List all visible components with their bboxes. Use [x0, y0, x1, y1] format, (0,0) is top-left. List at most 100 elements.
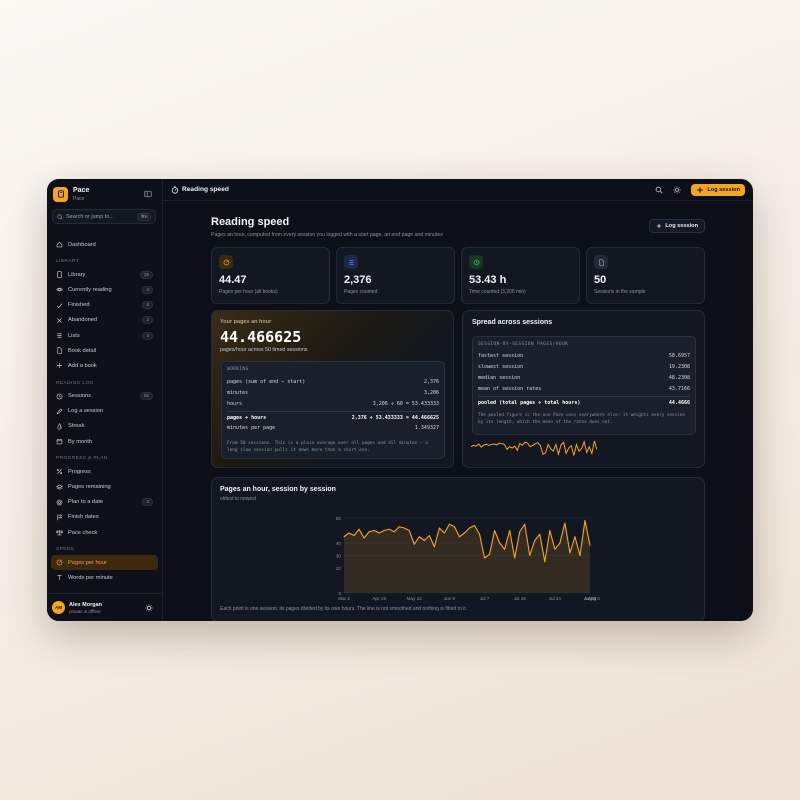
type-icon — [57, 575, 62, 581]
series-point — [363, 537, 365, 539]
sidebar-item-plan-to-date[interactable]: Plan to a date 3 — [47, 495, 162, 510]
eye-icon — [56, 288, 63, 292]
section-library: LIBRARY — [56, 259, 80, 265]
sidebar-item-pages-per-hour[interactable]: Pages per hour — [51, 555, 158, 571]
sidebar-item-dashboard[interactable]: Dashboard — [47, 237, 162, 252]
calendar-icon — [56, 439, 63, 445]
sidebar-item-words-per-minute[interactable]: Words per minute — [47, 570, 162, 585]
page-log-session-button[interactable]: Log session — [649, 219, 705, 233]
spread-label: pooled (total pages ÷ total hours) — [478, 399, 581, 406]
series-point — [348, 532, 350, 534]
count-badge: 8 — [142, 301, 153, 310]
series-point — [358, 528, 360, 530]
x-tick-label: Apr 19 — [372, 596, 386, 601]
pencil-icon — [56, 408, 63, 414]
series-point — [403, 527, 405, 529]
sidebar-item-log-session[interactable]: Log a session — [47, 404, 162, 419]
spread-label: median session — [478, 374, 521, 381]
x-tick-label: Jun 9 — [444, 596, 456, 601]
flag-icon — [57, 514, 63, 521]
count-badge: 3 — [142, 331, 153, 340]
search-input[interactable]: Search or jump to... ⌘K — [52, 209, 156, 224]
sidebar-item-abandoned[interactable]: Abandoned 2 — [47, 313, 162, 328]
sun-icon[interactable] — [145, 604, 153, 612]
series-point — [479, 533, 481, 535]
series-point — [584, 520, 586, 521]
percent-icon — [56, 469, 63, 475]
pages-per-hour-card: Your pages an hour 44.466625 pages/hour … — [211, 310, 454, 468]
sparkline-path — [471, 440, 597, 457]
sidebar-item-pages-remaining[interactable]: Pages remaining — [47, 479, 162, 494]
working-label: minutes — [227, 389, 249, 396]
theme-toggle-icon[interactable] — [673, 185, 681, 194]
sidebar-item-pace-check[interactable]: Pace check — [47, 525, 162, 540]
sidebar-item-lists[interactable]: Lists 3 — [47, 328, 162, 343]
sidebar-item-by-month[interactable]: By month — [47, 434, 162, 449]
spread-label: slowest session — [478, 363, 524, 370]
pph-sub: pages/hour across 50 timed sessions — [220, 347, 308, 353]
series-point — [438, 527, 440, 529]
file-icon — [57, 347, 62, 354]
stat-value: 44.47 — [219, 274, 247, 286]
series-point — [413, 543, 415, 545]
sidebar-item-label: Book detail — [68, 347, 97, 354]
user-name: Alex Morgan — [69, 601, 103, 608]
series-point — [554, 548, 556, 550]
sidebar-item-label: Abandoned — [68, 317, 98, 324]
file-icon — [594, 255, 608, 269]
section-reading-log: READING LOG — [56, 380, 94, 386]
search-icon — [57, 213, 63, 220]
book-logo-icon — [53, 186, 68, 202]
stat-card-sessions: 50 Sessions in the sample — [586, 247, 705, 304]
log-session-button[interactable]: Log session — [691, 183, 745, 196]
spread-row: slowest session 19.2308 — [478, 361, 690, 372]
search-shortcut: ⌘K — [137, 212, 151, 221]
sidebar-toggle-icon[interactable] — [144, 190, 152, 198]
series-point — [443, 532, 445, 534]
stat-label: Sessions in the sample — [594, 289, 646, 295]
sidebar-item-label: Log a session — [68, 408, 104, 415]
sidebar-item-book-detail[interactable]: Book detail — [47, 343, 162, 358]
series-point — [509, 530, 511, 531]
spread-title: Spread across sessions — [472, 319, 553, 326]
sidebar-item-streak[interactable]: Streak — [47, 419, 162, 434]
series-point — [579, 555, 581, 556]
main-area: Reading speed Log session Reading speed … — [163, 179, 753, 621]
series-point — [524, 523, 526, 525]
sidebar: Pace Pace Search or jump to... ⌘K Dashbo… — [47, 179, 163, 621]
series-point — [388, 528, 390, 530]
sidebar-item-currently-reading[interactable]: Currently reading 4 — [47, 282, 162, 297]
working-row: minutes 3,206 — [227, 387, 439, 398]
sidebar-item-library[interactable]: Library 35 — [47, 267, 162, 282]
series-point — [529, 555, 531, 556]
page-subtitle: Pages an hour, computed from every sessi… — [211, 232, 443, 238]
pph-value: 44.466625 — [220, 328, 302, 346]
spread-value: 19.2308 — [668, 363, 690, 370]
stat-card-pages-per-hour: 44.47 Pages per hour (all books) — [211, 247, 330, 304]
spread-box: SESSION-BY-SESSION PAGES/HOUR fastest se… — [472, 336, 696, 435]
target-icon — [56, 499, 63, 506]
pph-kicker: Your pages an hour — [220, 319, 272, 325]
working-title: WORKING — [227, 367, 249, 372]
user-profile[interactable]: AM Alex Morgan private & offline — [47, 593, 162, 621]
sidebar-item-finish-dates[interactable]: Finish dates — [47, 510, 162, 525]
count-badge: 4 — [142, 285, 153, 294]
series-point — [398, 526, 400, 528]
series-area — [344, 520, 590, 593]
sidebar-item-add-book[interactable]: Add a book — [47, 358, 162, 373]
home-icon — [56, 242, 63, 248]
working-note: From 50 sessions. This is a plain averag… — [227, 441, 428, 453]
sidebar-item-progress[interactable]: Progress — [47, 464, 162, 479]
series-point — [343, 536, 345, 538]
count-badge: 50 — [139, 392, 153, 401]
working-value: 3,206 ÷ 60 = 53.433333 — [372, 400, 439, 407]
search-icon[interactable] — [655, 186, 663, 194]
spread-row: mean of session rates 43.7166 — [478, 383, 690, 394]
sidebar-item-sessions[interactable]: Sessions 50 — [47, 389, 162, 404]
series-point — [589, 545, 591, 546]
sidebar-item-finished[interactable]: Finished 8 — [47, 298, 162, 313]
series-point — [353, 535, 355, 536]
list-icon — [57, 333, 62, 338]
series-point — [464, 532, 465, 534]
spread-value: 44.4666 — [668, 399, 690, 406]
